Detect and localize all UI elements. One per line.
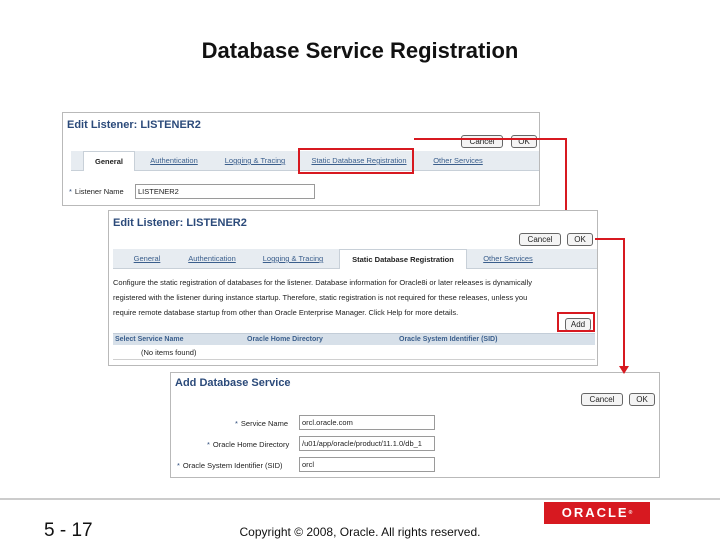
slide-title: Database Service Registration [201,38,519,63]
tab-authentication[interactable]: Authentication [181,249,243,269]
copyright-text: Copyright © 2008, Oracle. All rights res… [239,525,481,539]
column-oracle-home-directory[interactable]: Oracle Home Directory [247,334,323,346]
tab-other-services[interactable]: Other Services [473,249,543,269]
add-database-service-screen: Add Database Service Cancel OK * Service … [170,372,660,478]
listener-name-label: * Listener Name [69,187,124,196]
table-row: (No items found) [113,346,595,360]
services-table-header: Select Service Name Oracle Home Director… [113,333,595,345]
screen2-ok-button[interactable]: OK [567,233,593,246]
screen1-cancel-button[interactable]: Cancel [461,135,503,148]
screen3-cancel-button[interactable]: Cancel [581,393,623,406]
highlight-static-registration-tab [298,148,414,174]
screen3-title: Add Database Service [175,377,291,389]
required-indicator-icon: * [235,419,238,428]
arrow-connector-2-horizontal [595,238,625,240]
listener-name-field[interactable]: LISTENER2 [135,184,315,199]
service-name-field[interactable]: orcl.oracle.com [299,415,435,430]
screen2-title: Edit Listener: LISTENER2 [113,217,247,229]
required-indicator-icon: * [207,440,210,449]
highlight-add-button [557,312,595,332]
arrow-connector-1-vertical [565,138,567,210]
screen2-tab-bar: General Authentication Logging & Tracing… [113,249,597,269]
column-oracle-system-identifier[interactable]: Oracle System Identifier (SID) [399,334,497,346]
screen1-ok-button[interactable]: OK [511,135,537,148]
arrow-head-icon [619,366,629,374]
arrow-connector-2-vertical [623,238,625,372]
service-name-label: * Service Name [235,419,289,428]
arrow-connector-1-horizontal [414,138,566,140]
oracle-sid-field[interactable]: orcl [299,457,435,472]
tab-logging-tracing[interactable]: Logging & Tracing [253,249,333,269]
tab-static-database-registration[interactable]: Static Database Registration [339,249,467,269]
screen2-cancel-button[interactable]: Cancel [519,233,561,246]
required-indicator-icon: * [177,461,180,470]
column-select-service-name[interactable]: Select Service Name [115,334,184,346]
edit-listener-screen-2: Edit Listener: LISTENER2 Cancel OK Gener… [108,210,598,366]
tab-authentication[interactable]: Authentication [143,151,205,171]
footer-divider [0,498,720,500]
tab-general[interactable]: General [121,249,173,269]
tab-general[interactable]: General [83,151,135,171]
required-indicator-icon: * [69,187,72,196]
tab-other-services[interactable]: Other Services [423,151,493,171]
oracle-home-directory-field[interactable]: /u01/app/oracle/product/11.1.0/db_1 [299,436,435,451]
description-line-2: registered with the listener during inst… [113,293,528,302]
oracle-home-directory-label: * Oracle Home Directory [207,440,290,449]
empty-row-text: (No items found) [141,348,197,357]
oracle-logo: ORACLE® [544,502,650,524]
screen1-title: Edit Listener: LISTENER2 [67,119,201,131]
oracle-sid-label: * Oracle System Identifier (SID) [177,461,283,470]
description-line-3: require remote database startup from oth… [113,308,459,317]
screen3-ok-button[interactable]: OK [629,393,655,406]
tab-logging-tracing[interactable]: Logging & Tracing [215,151,295,171]
description-line-1: Configure the static registration of dat… [113,278,532,287]
